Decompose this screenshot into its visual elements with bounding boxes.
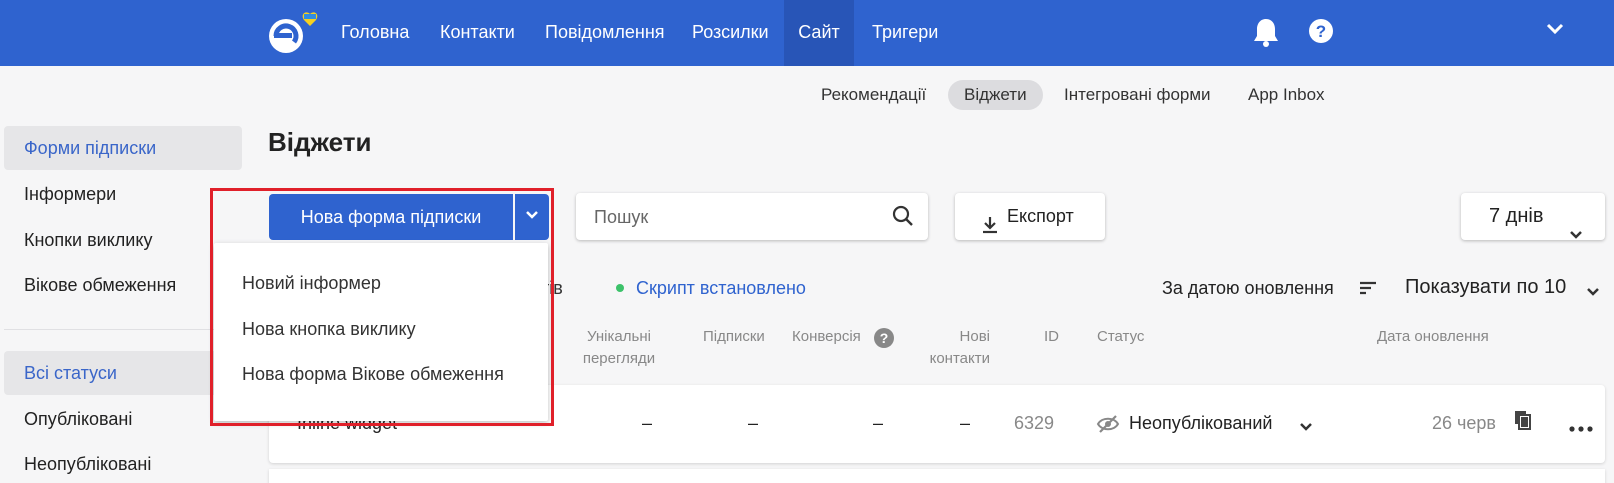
sidebar-item-informers[interactable]: Інформери — [4, 172, 242, 216]
highlight-frame — [210, 188, 554, 426]
header-unique-views[interactable]: Унікальні перегляди — [578, 326, 660, 370]
export-label: Експорт — [1007, 206, 1074, 226]
export-button[interactable]: Експорт — [955, 193, 1105, 240]
sort-icon[interactable] — [1358, 280, 1378, 301]
header-subscriptions[interactable]: Підписки — [703, 326, 765, 348]
bell-icon[interactable] — [1251, 16, 1285, 50]
logo-icon[interactable] — [266, 10, 328, 56]
subnav-app-inbox[interactable]: App Inbox — [1232, 80, 1341, 110]
search-box — [576, 193, 928, 240]
status-select[interactable]: Неопублікований — [1129, 413, 1272, 434]
header-updated[interactable]: Дата оновлення — [1377, 326, 1489, 348]
chevron-down-icon[interactable] — [1586, 284, 1600, 302]
sidebar-divider — [4, 329, 242, 330]
help-circle-icon[interactable]: ? — [1308, 16, 1342, 50]
svg-text:?: ? — [1316, 22, 1326, 41]
cell-id: 6329 — [1014, 413, 1055, 433]
sidebar-item-unpublished[interactable]: Неопубліковані — [4, 442, 242, 483]
eye-off-icon — [1096, 414, 1120, 439]
sidebar-item-published[interactable]: Опубліковані — [4, 397, 242, 441]
help-icon[interactable]: ? — [874, 328, 894, 348]
page-title: Віджети — [268, 127, 372, 157]
nav-site[interactable]: Сайт — [784, 0, 854, 66]
chevron-down-icon[interactable] — [1299, 419, 1313, 437]
period-select[interactable]: 7 днів — [1461, 193, 1605, 240]
header-new-contacts[interactable]: Нові контакти — [918, 326, 990, 370]
header-status[interactable]: Статус — [1097, 326, 1144, 348]
sidebar-item-age-restriction[interactable]: Вікове обмеження — [4, 263, 242, 307]
cell-subscriptions: – — [748, 413, 759, 433]
sidebar-item-subscription-forms[interactable]: Форми підписки — [4, 126, 242, 170]
subnav-integrated-forms[interactable]: Інтегровані форми — [1048, 80, 1227, 110]
chevron-down-icon — [1569, 211, 1583, 258]
chevron-down-icon[interactable] — [1546, 22, 1566, 42]
script-status-link[interactable]: Скрипт встановлено — [636, 278, 806, 299]
cell-conversion: – — [873, 413, 884, 433]
cell-unique-views: – — [642, 413, 653, 433]
table-row[interactable] — [269, 469, 1605, 483]
header-conversion[interactable]: Конверсія — [792, 326, 861, 348]
nav-home[interactable]: Головна — [341, 0, 409, 66]
cell-new-contacts: – — [960, 413, 971, 433]
nav-messages[interactable]: Повідомлення — [545, 0, 665, 66]
subnav-recommendations[interactable]: Рекомендації — [805, 80, 942, 110]
search-input[interactable] — [594, 205, 874, 229]
per-page-select[interactable]: Показувати по 10 — [1405, 276, 1566, 299]
subnav-widgets[interactable]: Віджети — [948, 80, 1043, 110]
top-nav-bar: Головна Контакти Повідомлення Розсилки С… — [0, 0, 1614, 66]
download-icon — [981, 206, 999, 253]
cell-updated: 26 черв — [1432, 413, 1496, 433]
script-status-dot — [616, 284, 624, 292]
sort-select[interactable]: За датою оновлення — [1162, 278, 1334, 299]
more-options-icon[interactable] — [1569, 419, 1593, 437]
header-id[interactable]: ID — [1044, 326, 1059, 348]
period-label: 7 днів — [1489, 205, 1544, 227]
copy-icon[interactable] — [1513, 409, 1533, 436]
sidebar-item-all-statuses[interactable]: Всі статуси — [4, 351, 242, 395]
nav-campaigns[interactable]: Розсилки — [692, 0, 769, 66]
nav-contacts[interactable]: Контакти — [440, 0, 515, 66]
search-icon[interactable] — [892, 205, 914, 232]
sidebar-item-call-buttons[interactable]: Кнопки виклику — [4, 218, 242, 262]
nav-triggers[interactable]: Тригери — [872, 0, 938, 66]
